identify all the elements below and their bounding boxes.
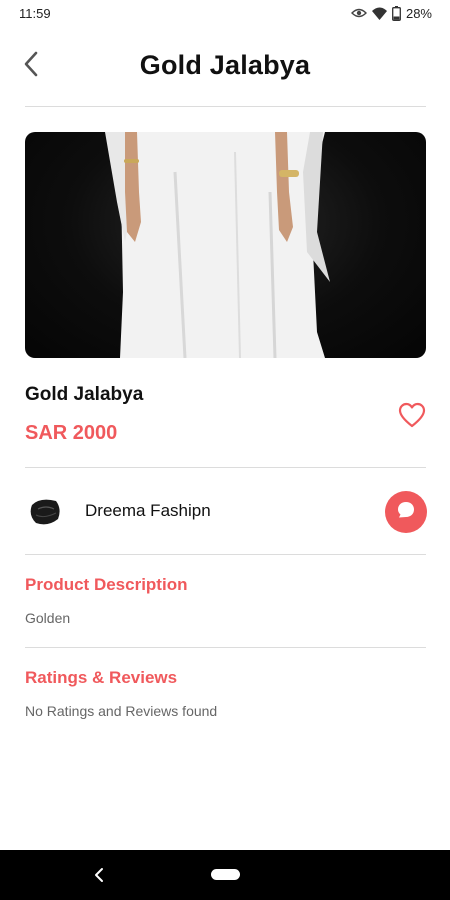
avatar[interactable] <box>26 493 64 531</box>
seller-name[interactable]: Dreema Fashipn <box>85 501 211 521</box>
nav-back-icon <box>90 868 108 889</box>
heart-outline-icon <box>398 402 426 432</box>
description-text: Golden <box>25 610 71 626</box>
nav-home-pill[interactable] <box>211 869 240 880</box>
favorite-button[interactable] <box>398 402 426 428</box>
product-price: SAR 2000 <box>25 422 118 444</box>
app-header: Gold Jalabya <box>0 38 450 94</box>
nav-back-button[interactable] <box>90 865 108 885</box>
chat-button[interactable] <box>385 491 427 533</box>
battery-percent: 28% <box>405 5 432 21</box>
header-divider <box>25 106 426 107</box>
reviews-title: Ratings & Reviews <box>25 668 178 687</box>
description-title: Product Description <box>25 575 188 594</box>
battery-icon <box>392 5 401 21</box>
chat-bubble-icon <box>396 500 416 525</box>
description-divider <box>25 647 426 648</box>
status-bar: 11:59 28% <box>0 0 450 26</box>
product-photo <box>105 132 330 358</box>
product-image[interactable] <box>25 132 426 358</box>
product-name: Gold Jalabya <box>25 384 144 405</box>
status-time: 11:59 <box>19 5 51 21</box>
seller-divider <box>25 554 426 555</box>
product-divider <box>25 467 426 468</box>
reviews-empty-text: No Ratings and Reviews found <box>25 703 218 719</box>
status-icons: 28% <box>350 5 432 21</box>
eye-icon <box>350 7 367 19</box>
wifi-icon <box>371 7 387 20</box>
page-title: Gold Jalabya <box>139 50 311 80</box>
